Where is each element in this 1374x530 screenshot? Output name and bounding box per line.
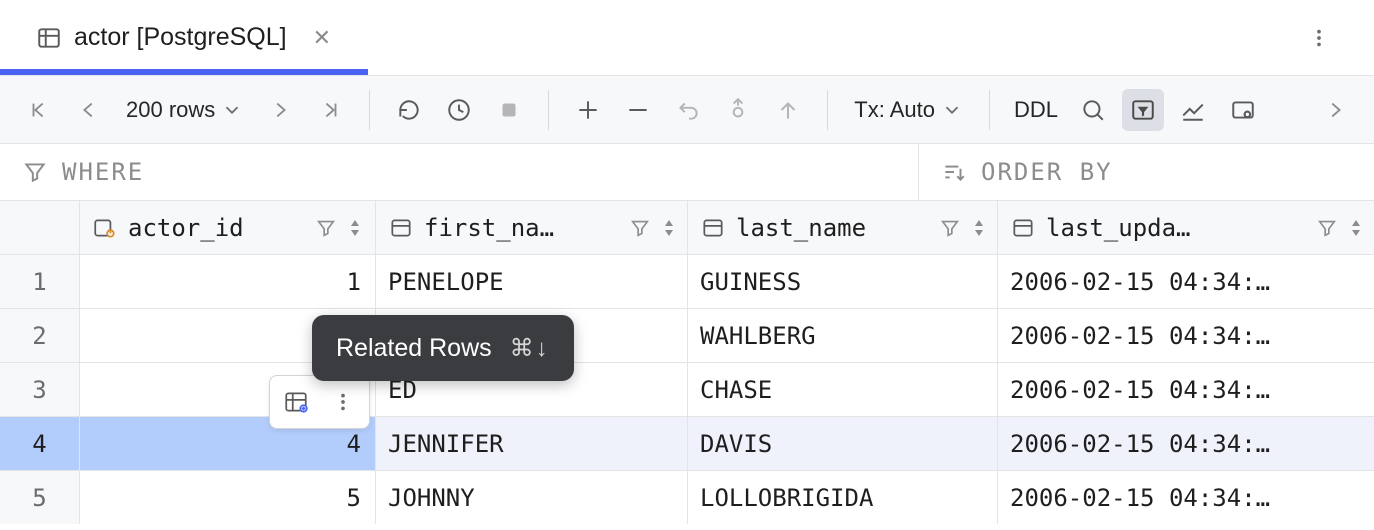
sort-icon[interactable] <box>973 219 985 237</box>
cell-first-name[interactable]: PENELOPE <box>376 255 688 308</box>
tooltip-label: Related Rows <box>336 334 492 363</box>
filter-icon[interactable] <box>629 217 651 239</box>
search-button[interactable] <box>1072 89 1114 131</box>
cell-last-name[interactable]: LOLLOBRIGIDA <box>688 471 998 524</box>
cell-last-update[interactable]: 2006-02-15 04:34:… <box>998 255 1374 308</box>
toolbar-separator <box>369 90 370 130</box>
data-grid-toolbar: 200 rows Tx: Auto DDL <box>0 76 1374 144</box>
column-name: actor_id <box>128 214 244 242</box>
column-header-first-name[interactable]: first_na… <box>376 201 688 254</box>
table-row[interactable]: 3 ED CHASE 2006-02-15 04:34:… <box>0 362 1374 416</box>
key-column-icon <box>92 215 118 241</box>
order-by-label: ORDER BY <box>981 158 1113 186</box>
revert-button[interactable] <box>667 89 709 131</box>
row-number[interactable]: 1 <box>0 255 80 308</box>
editor-tab-title: actor [PostgreSQL] <box>74 23 287 52</box>
tx-mode-dropdown[interactable]: Tx: Auto <box>846 97 971 123</box>
chart-view-button[interactable] <box>1172 89 1214 131</box>
row-number[interactable]: 2 <box>0 309 80 362</box>
cell-last-name[interactable]: WAHLBERG <box>688 309 998 362</box>
active-tab-indicator <box>0 69 368 75</box>
ddl-button[interactable]: DDL <box>1008 89 1064 131</box>
cell-actions-popup <box>269 375 370 429</box>
toolbar-separator <box>989 90 990 130</box>
table-icon <box>36 25 62 51</box>
table-row[interactable]: 4 4 JENNIFER DAVIS 2006-02-15 04:34:… <box>0 416 1374 470</box>
table-row[interactable]: 1 1 PENELOPE GUINESS 2006-02-15 04:34:… <box>0 254 1374 308</box>
toolbar-separator <box>827 90 828 130</box>
where-label: WHERE <box>62 158 144 186</box>
next-page-button[interactable] <box>259 89 301 131</box>
refresh-interval-button[interactable] <box>438 89 480 131</box>
ddl-label: DDL <box>1014 97 1058 123</box>
view-mode-button[interactable] <box>1222 89 1264 131</box>
filter-bar: WHERE ORDER BY <box>0 144 1374 200</box>
submit-button[interactable] <box>767 89 809 131</box>
row-number[interactable]: 3 <box>0 363 80 416</box>
cell-last-name[interactable]: GUINESS <box>688 255 998 308</box>
tooltip-related-rows: Related Rows ⌘↓ <box>312 315 574 381</box>
cell-last-name[interactable]: CHASE <box>688 363 998 416</box>
filter-icon[interactable] <box>1316 217 1338 239</box>
column-name: first_na… <box>424 214 554 242</box>
first-page-button[interactable] <box>18 89 60 131</box>
more-actions-button[interactable] <box>323 382 363 422</box>
table-row[interactable]: 5 5 JOHNNY LOLLOBRIGIDA 2006-02-15 04:34… <box>0 470 1374 524</box>
editor-tab-actor[interactable]: actor [PostgreSQL] ✕ <box>24 0 343 75</box>
expand-button[interactable] <box>1314 89 1356 131</box>
column-icon <box>388 215 414 241</box>
data-grid: actor_id first_na… <box>0 200 1374 524</box>
filter-panel-button[interactable] <box>1122 89 1164 131</box>
cell-first-name[interactable]: JOHNNY <box>376 471 688 524</box>
filter-icon[interactable] <box>939 217 961 239</box>
tooltip-shortcut: ⌘↓ <box>510 334 550 363</box>
cell-actor-id[interactable]: 5 <box>80 471 376 524</box>
delete-row-button[interactable] <box>617 89 659 131</box>
cell-last-update[interactable]: 2006-02-15 04:34:… <box>998 309 1374 362</box>
cell-first-name[interactable]: JENNIFER <box>376 417 688 470</box>
cell-last-name[interactable]: DAVIS <box>688 417 998 470</box>
column-name: last_name <box>736 214 866 242</box>
where-filter[interactable]: WHERE <box>0 144 919 200</box>
cancel-query-button[interactable] <box>488 89 530 131</box>
toolbar-separator <box>548 90 549 130</box>
filter-icon <box>22 159 48 185</box>
prev-page-button[interactable] <box>68 89 110 131</box>
cell-actor-id[interactable]: 1 <box>80 255 376 308</box>
refresh-button[interactable] <box>388 89 430 131</box>
cell-last-update[interactable]: 2006-02-15 04:34:… <box>998 471 1374 524</box>
rows-pager-label: 200 rows <box>126 97 215 123</box>
cell-last-update[interactable]: 2006-02-15 04:34:… <box>998 417 1374 470</box>
add-row-button[interactable] <box>567 89 609 131</box>
last-page-button[interactable] <box>309 89 351 131</box>
table-row[interactable]: 2 WAHLBERG 2006-02-15 04:34:… <box>0 308 1374 362</box>
column-header-actor-id[interactable]: actor_id <box>80 201 376 254</box>
row-number[interactable]: 4 <box>0 417 80 470</box>
order-by-filter[interactable]: ORDER BY <box>919 144 1374 200</box>
column-icon <box>700 215 726 241</box>
column-name: last_upda… <box>1046 214 1191 242</box>
tx-mode-label: Tx: Auto <box>854 97 935 123</box>
column-header-last-name[interactable]: last_name <box>688 201 998 254</box>
kebab-menu-icon[interactable] <box>1298 17 1340 59</box>
sort-icon[interactable] <box>1350 219 1362 237</box>
editor-tabbar: actor [PostgreSQL] ✕ <box>0 0 1374 76</box>
close-icon[interactable]: ✕ <box>313 25 331 51</box>
grid-header-row: actor_id first_na… <box>0 200 1374 254</box>
row-header-corner[interactable] <box>0 201 80 254</box>
rows-pager-dropdown[interactable]: 200 rows <box>118 97 251 123</box>
column-header-last-update[interactable]: last_upda… <box>998 201 1374 254</box>
sort-icon[interactable] <box>663 219 675 237</box>
sort-icon[interactable] <box>349 219 361 237</box>
related-rows-button[interactable] <box>276 382 316 422</box>
commit-button[interactable] <box>717 89 759 131</box>
filter-icon[interactable] <box>315 217 337 239</box>
row-number[interactable]: 5 <box>0 471 80 524</box>
cell-last-update[interactable]: 2006-02-15 04:34:… <box>998 363 1374 416</box>
column-icon <box>1010 215 1036 241</box>
sort-icon <box>941 159 967 185</box>
